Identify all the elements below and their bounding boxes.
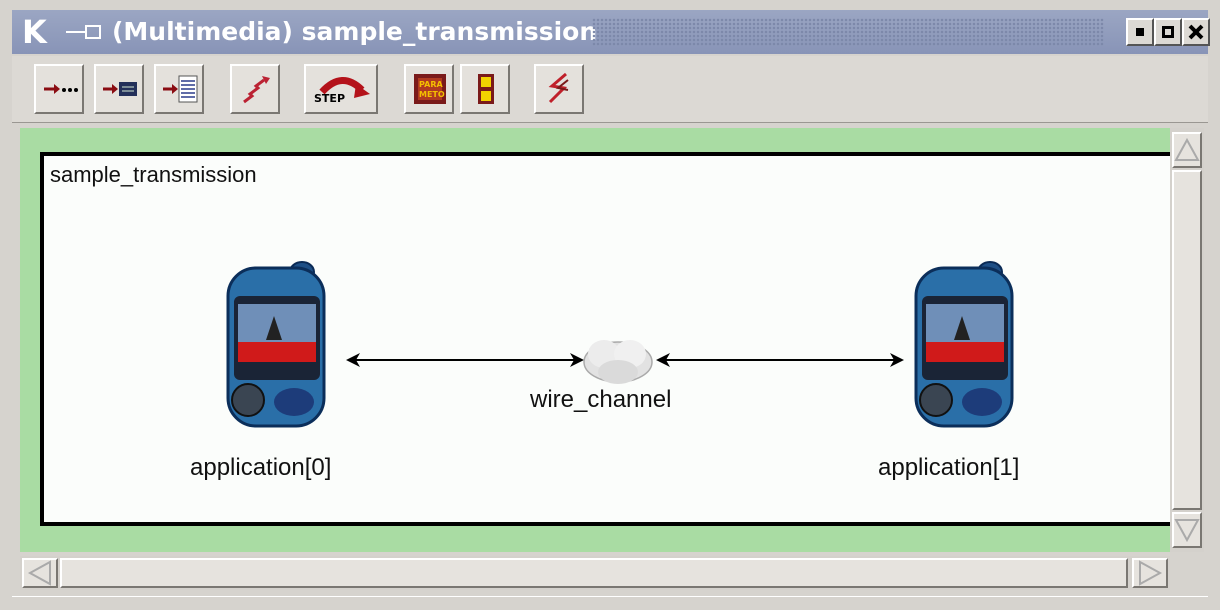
window-title: (Multimedia) sample_transmission <box>112 17 598 46</box>
scroll-right-button[interactable] <box>1132 558 1168 588</box>
network-diagram[interactable]: sample_transmission application[0] wire_… <box>40 152 1170 526</box>
pin-icon[interactable] <box>64 24 104 40</box>
step-icon: STEP <box>314 77 370 105</box>
close-button[interactable] <box>1182 18 1210 46</box>
lightning-icon <box>548 72 569 104</box>
step-button[interactable]: STEP <box>304 64 378 114</box>
arrow-right-icon <box>1139 560 1163 586</box>
stairs-icon <box>243 76 270 104</box>
horizontal-scroll-thumb[interactable] <box>60 558 1128 588</box>
cloud-icon[interactable] <box>578 332 660 390</box>
connection-right[interactable] <box>656 353 904 367</box>
minimize-button[interactable] <box>1126 18 1154 46</box>
connection-left[interactable] <box>346 353 584 367</box>
parameters-icon: PARA METO <box>414 74 446 104</box>
close-icon <box>1188 24 1204 40</box>
run-arrow-box-icon <box>103 82 137 96</box>
node-label-application-1: application[1] <box>878 454 1020 481</box>
k-icon[interactable]: K <box>22 14 56 50</box>
lightning-button[interactable] <box>534 64 584 114</box>
svg-text:STEP: STEP <box>314 92 345 105</box>
mobile-phone-icon[interactable] <box>910 260 1020 430</box>
svg-text:PARA: PARA <box>419 80 443 89</box>
split-icon <box>478 74 494 104</box>
scroll-corner <box>1170 556 1204 590</box>
vertical-scrollbar[interactable] <box>1170 128 1204 552</box>
arrow-down-icon <box>1174 519 1200 543</box>
node-label-application-0: application[0] <box>190 454 332 481</box>
scroll-down-button[interactable] <box>1172 512 1202 548</box>
horizontal-scrollbar[interactable] <box>20 556 1170 590</box>
window-titlebar[interactable]: K (Multimedia) sample_transmission <box>12 10 1210 54</box>
minimize-icon <box>1136 28 1144 36</box>
run-arrow-list-icon <box>163 75 198 103</box>
maximize-icon <box>1162 26 1174 38</box>
mobile-phone-icon[interactable] <box>222 260 332 430</box>
arrow-left-icon <box>27 560 51 586</box>
run-box-button[interactable] <box>94 64 144 114</box>
node-label-wire-channel: wire_channel <box>530 386 672 413</box>
run-dots-button[interactable] <box>34 64 84 114</box>
canvas-frame: sample_transmission application[0] wire_… <box>20 128 1170 552</box>
scroll-left-button[interactable] <box>22 558 58 588</box>
toolbar: STEP PARA METO <box>12 56 1208 123</box>
titlebar-pattern <box>592 18 1104 46</box>
maximize-button[interactable] <box>1154 18 1182 46</box>
run-arrow-dots-icon <box>44 84 78 94</box>
scroll-up-button[interactable] <box>1172 132 1202 168</box>
run-list-button[interactable] <box>154 64 204 114</box>
split-button[interactable] <box>460 64 510 114</box>
stairs-button[interactable] <box>230 64 280 114</box>
parameters-button[interactable]: PARA METO <box>404 64 454 114</box>
arrow-up-icon <box>1174 137 1200 161</box>
vertical-scroll-thumb[interactable] <box>1172 170 1202 510</box>
svg-text:METO: METO <box>419 90 445 99</box>
status-bar <box>12 596 1208 610</box>
